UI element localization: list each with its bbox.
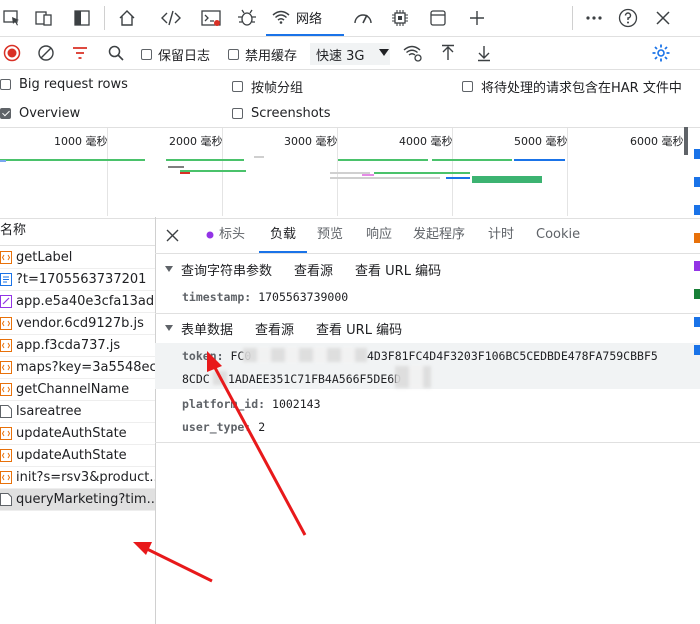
red-arrow-to-token [207,351,307,536]
red-arrow-to-selected-row [133,542,213,583]
annotation-arrows [133,351,307,583]
